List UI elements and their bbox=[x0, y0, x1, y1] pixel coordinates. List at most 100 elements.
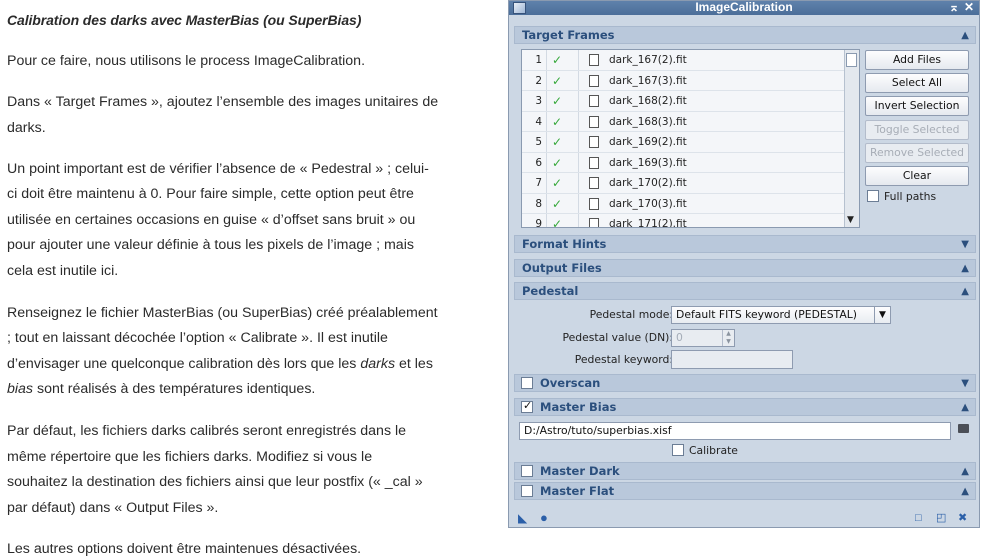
article-line: Pour ce faire, nous utilisons le process… bbox=[7, 53, 366, 69]
table-row[interactable]: 2 ✓ dark_167(3).fit bbox=[522, 71, 844, 91]
article-line: Un point important est de vérifier l’abs… bbox=[7, 161, 429, 177]
pedestal-mode-select[interactable]: Default FITS keyword (PEDESTAL) ▼ bbox=[671, 306, 891, 324]
table-row[interactable]: 5 ✓ dark_169(2).fit bbox=[522, 132, 844, 153]
table-row[interactable]: 4 ✓ dark_168(3).fit bbox=[522, 112, 844, 132]
enabled-check-icon[interactable]: ✓ bbox=[552, 94, 562, 108]
table-row[interactable]: 9 ✓ dark_171(2).fit bbox=[522, 214, 844, 227]
enabled-check-icon[interactable]: ✓ bbox=[552, 74, 562, 88]
enabled-check-icon[interactable]: ✓ bbox=[552, 217, 562, 227]
table-row[interactable]: 8 ✓ dark_170(3).fit bbox=[522, 194, 844, 214]
collapse-icon[interactable]: ▲ bbox=[961, 484, 969, 499]
file-icon bbox=[589, 74, 599, 87]
full-paths-checkbox[interactable] bbox=[867, 190, 879, 202]
section-format-hints[interactable]: Format Hints ▼ bbox=[514, 235, 976, 253]
file-icon bbox=[589, 115, 599, 128]
article-line: Dans « Target Frames », ajoutez l’ensemb… bbox=[7, 94, 439, 110]
file-icon bbox=[589, 136, 599, 148]
file-icon bbox=[589, 156, 599, 169]
article-line: Renseignez le fichier MasterBias (ou Sup… bbox=[7, 305, 438, 321]
full-paths-label: Full paths bbox=[884, 190, 937, 203]
pedestal-value-label: Pedestal value (DN): bbox=[562, 331, 673, 344]
master-bias-path-input[interactable]: D:/Astro/tuto/superbias.xisf bbox=[519, 422, 951, 440]
article-line: par défaut) dans « Output Files ». bbox=[7, 500, 219, 516]
article-line: ; tout en laissant décochée l’option « C… bbox=[7, 330, 388, 346]
shade-window-icon[interactable]: ⌅ bbox=[949, 0, 959, 15]
add-files-button[interactable]: Add Files bbox=[865, 50, 969, 70]
article-line: Les autres options doivent être maintenu… bbox=[7, 541, 362, 557]
overscan-checkbox[interactable] bbox=[521, 377, 533, 389]
window-title: ImageCalibration bbox=[695, 0, 793, 14]
scroll-down-icon[interactable]: ▼ bbox=[847, 215, 854, 225]
remove-selected-button[interactable]: Remove Selected bbox=[865, 143, 969, 163]
close-window-icon[interactable]: ✕ bbox=[964, 0, 974, 15]
file-icon bbox=[589, 95, 599, 107]
section-output-files[interactable]: Output Files ▲ bbox=[514, 259, 976, 277]
chevron-down-icon[interactable]: ▼ bbox=[874, 307, 890, 323]
edit-instance-icon[interactable]: ◰ bbox=[936, 512, 946, 524]
article-line: utilisée en certaines occasions en guise… bbox=[7, 212, 416, 228]
target-frames-list[interactable]: 1 ✓ dark_167(2).fit 2 ✓ dark_167(3).fit … bbox=[521, 49, 860, 228]
calibrate-checkbox[interactable] bbox=[672, 444, 684, 456]
article-line: bias sont réalisés à des températures id… bbox=[7, 381, 316, 397]
table-row[interactable]: 3 ✓ dark_168(2).fit bbox=[522, 91, 844, 112]
enabled-check-icon[interactable]: ✓ bbox=[552, 197, 562, 211]
article-line: souhaitez la destination des fichiers ai… bbox=[7, 474, 423, 490]
article-line: cela est inutile ici. bbox=[7, 263, 119, 279]
article-line: darks. bbox=[7, 120, 46, 136]
calibrate-label: Calibrate bbox=[689, 444, 738, 457]
collapse-icon[interactable]: ▲ bbox=[961, 28, 969, 43]
enabled-check-icon[interactable]: ✓ bbox=[552, 53, 562, 67]
article-line: Par défaut, les fichiers darks calibrés … bbox=[7, 423, 407, 439]
section-title: Target Frames bbox=[522, 28, 615, 42]
collapse-icon[interactable]: ▲ bbox=[961, 261, 969, 276]
toggle-selected-button[interactable]: Toggle Selected bbox=[865, 120, 969, 140]
window-titlebar[interactable]: ImageCalibration ⌅ ✕ bbox=[509, 0, 979, 15]
section-pedestal[interactable]: Pedestal ▲ bbox=[514, 282, 976, 300]
new-instance-icon[interactable]: ◣ bbox=[518, 512, 527, 524]
enabled-check-icon[interactable]: ✓ bbox=[552, 176, 562, 190]
expand-icon[interactable]: ▼ bbox=[961, 237, 969, 252]
article-line: pour ajouter une valeur définie à tous l… bbox=[7, 237, 414, 253]
folder-icon[interactable] bbox=[958, 424, 969, 433]
invert-selection-button[interactable]: Invert Selection bbox=[865, 96, 969, 116]
master-bias-checkbox[interactable]: ✓ bbox=[521, 399, 533, 413]
file-icon bbox=[589, 54, 599, 66]
article-line: ci doit être maintenu à 0. Pour faire si… bbox=[7, 186, 414, 202]
collapse-icon[interactable]: ▲ bbox=[961, 284, 969, 299]
file-icon bbox=[589, 177, 599, 189]
pedestal-mode-label: Pedestal mode: bbox=[589, 308, 673, 321]
browse-documentation-icon[interactable]: □ bbox=[915, 512, 922, 524]
table-row[interactable]: 7 ✓ dark_170(2).fit bbox=[522, 173, 844, 194]
image-calibration-window: ImageCalibration ⌅ ✕ Target Frames ▲ 1 ✓… bbox=[508, 0, 980, 528]
select-all-button[interactable]: Select All bbox=[865, 73, 969, 93]
scrollbar-thumb[interactable] bbox=[846, 53, 857, 67]
article-line: même répertoire que les fichiers darks. … bbox=[7, 449, 373, 465]
master-dark-checkbox[interactable] bbox=[521, 465, 533, 477]
table-row[interactable]: 1 ✓ dark_167(2).fit bbox=[522, 50, 844, 71]
list-scrollbar[interactable]: ▼ bbox=[844, 50, 859, 227]
collapse-icon[interactable]: ▲ bbox=[961, 464, 969, 479]
section-master-flat[interactable]: Master Flat ▲ bbox=[514, 482, 976, 500]
section-overscan[interactable]: Overscan ▼ bbox=[514, 374, 976, 392]
enabled-check-icon[interactable]: ✓ bbox=[552, 135, 562, 149]
collapse-icon[interactable]: ▲ bbox=[961, 400, 969, 415]
clear-button[interactable]: Clear bbox=[865, 166, 969, 186]
checkmark-icon: ✓ bbox=[523, 399, 533, 412]
section-target-frames[interactable]: Target Frames ▲ bbox=[514, 26, 976, 44]
article-line: d’envisager une quelconque calibration d… bbox=[7, 356, 433, 372]
enabled-check-icon[interactable]: ✓ bbox=[552, 115, 562, 129]
process-control-bar: ◣ ● □ ◰ ✖ bbox=[509, 509, 979, 527]
article-heading: Calibration des darks avec MasterBias (o… bbox=[7, 12, 362, 28]
enabled-check-icon[interactable]: ✓ bbox=[552, 156, 562, 170]
reset-icon[interactable]: ✖ bbox=[958, 512, 967, 524]
pedestal-value-spinbox[interactable]: 0 ▲ ▼ bbox=[671, 329, 735, 347]
table-row[interactable]: 6 ✓ dark_169(3).fit bbox=[522, 153, 844, 173]
expand-icon[interactable]: ▼ bbox=[961, 376, 969, 391]
apply-global-icon[interactable]: ● bbox=[540, 511, 548, 524]
section-master-bias[interactable]: ✓ Master Bias ▲ bbox=[514, 398, 976, 416]
pedestal-keyword-field[interactable] bbox=[671, 350, 793, 369]
spin-arrows-icon[interactable]: ▲ ▼ bbox=[722, 330, 734, 346]
section-master-dark[interactable]: Master Dark ▲ bbox=[514, 462, 976, 480]
master-flat-checkbox[interactable] bbox=[521, 485, 533, 497]
file-icon bbox=[589, 197, 599, 210]
